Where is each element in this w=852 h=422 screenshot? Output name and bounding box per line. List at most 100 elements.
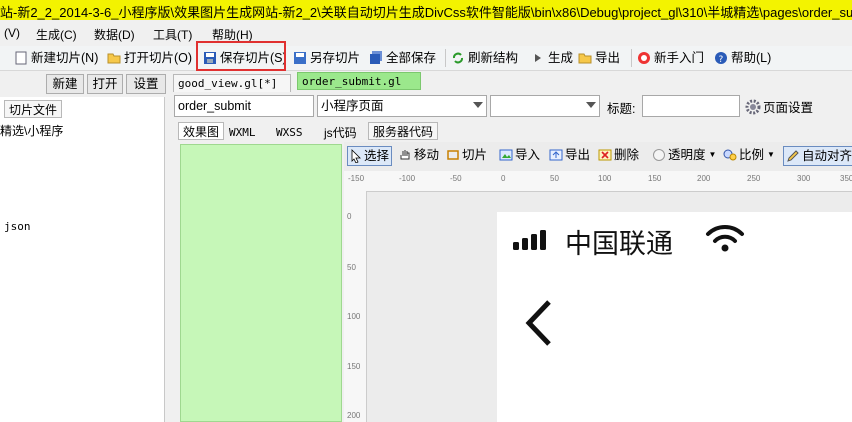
select-tool-button[interactable]: 选择	[347, 146, 393, 166]
dropdown-caret-icon: ▼	[767, 150, 775, 159]
wifi-icon	[705, 224, 745, 255]
gear-icon	[745, 99, 761, 115]
settings-button[interactable]: 设置	[126, 74, 166, 94]
export-image-label: 导出	[565, 148, 591, 162]
ruler-tick-label: 200	[697, 174, 711, 183]
delete-label: 删除	[614, 148, 640, 162]
save-as-button[interactable]: 另存切片	[293, 49, 360, 67]
tree-item[interactable]: 精选\小程序	[0, 122, 63, 139]
save-all-icon	[369, 51, 383, 65]
tab-slice-files[interactable]: 切片文件	[4, 100, 63, 118]
import-image-icon	[499, 148, 513, 162]
auto-align-button[interactable]: 自动对齐	[783, 146, 852, 166]
ruler-tick-label: -150	[348, 174, 365, 183]
new-slice-label: 新建切片(N)	[31, 51, 99, 65]
generate-label: 生成	[548, 51, 574, 65]
export-image-icon	[549, 148, 563, 162]
ruler-tick-label: 300	[797, 174, 811, 183]
menu-data[interactable]: 数据(D)	[94, 26, 135, 43]
help-label: 帮助(L)	[731, 51, 772, 65]
open-slice-button[interactable]: 打开切片(O)	[107, 49, 192, 67]
pencil-icon	[786, 149, 800, 163]
toolbar-separator	[631, 49, 632, 67]
menu-generate[interactable]: 生成(C)	[36, 26, 77, 43]
save-all-label: 全部保存	[386, 51, 437, 65]
secondary-select[interactable]	[490, 95, 600, 117]
tab-good-view[interactable]: good_view.gl[*]	[173, 74, 291, 92]
ruler-tick-label: 350	[840, 174, 852, 183]
export-label: 导出	[595, 51, 621, 65]
ruler-tick-label: 0	[501, 174, 506, 183]
refresh-icon	[451, 51, 465, 65]
refresh-structure-button[interactable]: 刷新结构	[451, 49, 518, 67]
title-bar: 站-新2_2_2014-3-6_小程序版\效果图片生成网站-新2_2\关联自动切…	[0, 0, 852, 20]
auto-align-label: 自动对齐	[802, 149, 852, 163]
page-name-input[interactable]: order_submit	[174, 95, 314, 117]
tree-item[interactable]: json	[4, 220, 31, 233]
scale-icon	[723, 148, 737, 162]
toolbar-separator	[445, 49, 446, 67]
folder-open-icon	[107, 51, 121, 65]
move-label: 移动	[414, 148, 440, 162]
ruler-tick-label: 150	[347, 362, 361, 371]
menu-view[interactable]: (V)	[4, 26, 20, 40]
open-slice-label: 打开切片(O)	[124, 51, 193, 65]
tab-js-code[interactable]: js代码	[320, 124, 361, 142]
opacity-label: 透明度	[668, 148, 706, 162]
open-button[interactable]: 打开	[87, 74, 123, 94]
slice-frame-icon	[446, 148, 460, 162]
new-slice-button[interactable]: 新建切片(N)	[14, 49, 98, 67]
title-input[interactable]	[642, 95, 740, 117]
page-settings-label: 页面设置	[763, 101, 814, 115]
folder-export-icon	[578, 51, 592, 65]
page-type-value: 小程序页面	[321, 99, 384, 113]
save-as-label: 另存切片	[310, 51, 361, 65]
help-circle-icon: ?	[714, 51, 728, 65]
tab-effect-view[interactable]: 效果图	[178, 122, 225, 140]
save-all-button[interactable]: 全部保存	[369, 49, 436, 67]
ruler-tick-label: 150	[648, 174, 662, 183]
slice-label: 切片	[462, 148, 488, 162]
delete-button[interactable]: 删除	[598, 146, 639, 164]
play-arrow-icon	[531, 51, 545, 65]
svg-text:?: ?	[719, 55, 724, 65]
menu-tools[interactable]: 工具(T)	[153, 26, 192, 43]
phone-preview[interactable]: 中国联通	[497, 212, 852, 422]
refresh-label: 刷新结构	[468, 51, 519, 65]
tab-order-submit[interactable]: order_submit.gl	[297, 72, 421, 90]
ruler-tick-label: 100	[347, 312, 361, 321]
ruler-tick-label: 100	[598, 174, 612, 183]
opacity-dropdown[interactable]: 透明度 ▼	[652, 146, 716, 164]
cursor-arrow-icon	[350, 149, 362, 164]
help-button[interactable]: ? 帮助(L)	[714, 49, 771, 67]
ruler-tick-label: -50	[450, 174, 462, 183]
new-button[interactable]: 新建	[46, 74, 84, 94]
export-image-button[interactable]: 导出	[549, 146, 590, 164]
back-chevron-icon[interactable]	[523, 298, 555, 351]
move-tool-button[interactable]: 移动	[398, 146, 439, 164]
highlight-box	[196, 41, 286, 71]
slice-file-panel: 切片文件 精选\小程序 json	[0, 97, 165, 422]
page-settings-button[interactable]: 页面设置	[745, 97, 813, 116]
opacity-circle-icon	[652, 148, 666, 162]
signal-bars-icon	[513, 228, 555, 253]
tab-server-code[interactable]: 服务器代码	[368, 122, 439, 140]
new-file-icon	[14, 51, 28, 65]
main-toolbar: 新建切片(N) 打开切片(O) 保存切片(S) 另存切片 全部保存 刷新结构 生…	[0, 46, 852, 71]
export-button[interactable]: 导出	[578, 49, 620, 67]
slice-tool-button[interactable]: 切片	[446, 146, 487, 164]
ruler-tick-label: 50	[347, 263, 356, 272]
tab-wxml[interactable]: WXML	[225, 124, 260, 142]
page-type-select[interactable]: 小程序页面	[317, 95, 487, 117]
import-button[interactable]: 导入	[499, 146, 540, 164]
generate-button[interactable]: 生成	[531, 49, 573, 67]
tutorial-button[interactable]: 新手入门	[637, 49, 704, 67]
scale-dropdown[interactable]: 比例 ▼	[723, 146, 775, 164]
tab-wxss[interactable]: WXSS	[272, 124, 307, 142]
menu-bar: (V) 生成(C) 数据(D) 工具(T) 帮助(H)	[0, 22, 852, 44]
preview-panel	[180, 144, 342, 422]
vertical-ruler: 0 50 100 150 200	[344, 191, 367, 422]
tutorial-label: 新手入门	[654, 51, 705, 65]
dropdown-caret-icon: ▼	[708, 150, 717, 159]
chevron-down-icon	[473, 102, 483, 108]
